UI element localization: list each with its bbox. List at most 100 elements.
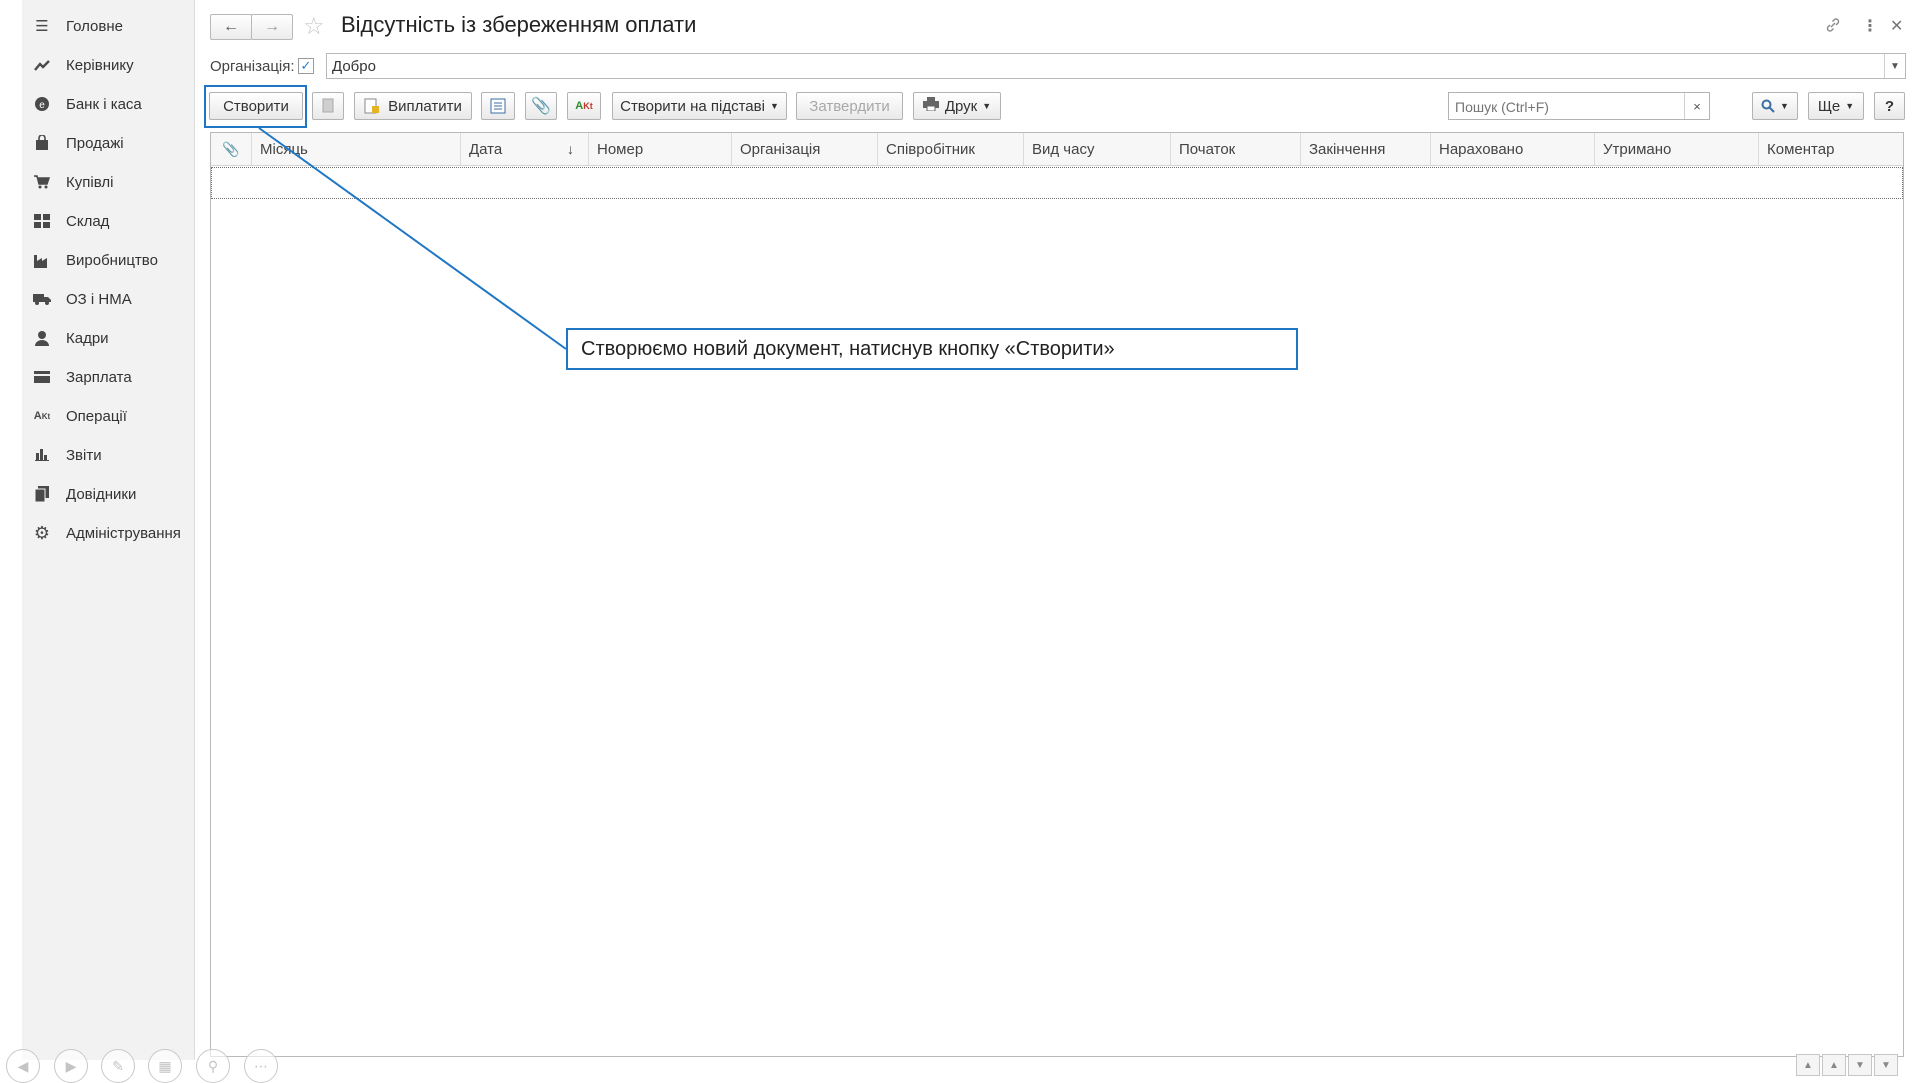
column-header[interactable]: Початок [1171,133,1301,165]
column-header[interactable]: Коментар [1759,133,1903,165]
scroll-top-button[interactable]: ▲ [1796,1054,1820,1076]
scroll-up-button[interactable]: ▲ [1822,1054,1846,1076]
trend-icon [32,55,52,75]
search-input[interactable] [1453,97,1677,117]
sidebar-item-warehouse[interactable]: Склад [22,203,194,239]
person-icon [32,328,52,348]
posting-dt-kt-icon: AKt [575,100,593,112]
paperclip-icon: 📎 [531,98,551,115]
truck-icon [32,289,52,309]
sidebar-item-reports[interactable]: Звіти [22,437,194,473]
print-button[interactable]: Друк ▼ [913,92,1001,120]
posting-button[interactable]: AKt [567,92,601,120]
search-button[interactable]: ▼ [1752,92,1798,120]
sidebar-item-label: Головне [66,17,123,35]
sidebar-item-sales[interactable]: Продажі [22,125,194,161]
zoom-icon[interactable]: ⚲ [196,1049,230,1083]
sidebar-item-purchases[interactable]: Купівлі [22,164,194,200]
create-based-button[interactable]: Створити на підставі ▼ [612,92,787,120]
org-checkbox[interactable]: ✓ [298,58,314,74]
documents-table[interactable]: 📎 Місяць Дата ↓ Номер Організація Співро… [210,132,1904,1057]
sidebar-item-production[interactable]: Виробництво [22,242,194,278]
scroll-bottom-button[interactable]: ▼ [1874,1054,1898,1076]
close-icon[interactable]: ✕ [1890,16,1903,36]
copy-button[interactable] [312,92,344,120]
org-value: Добро [332,58,376,75]
sidebar-item-admin[interactable]: ⚙ Адміністрування [22,515,194,551]
sidebar-item-label: Керівнику [66,56,134,74]
chevron-down-icon: ▼ [1780,101,1789,111]
sidebar-item-label: Зарплата [66,368,132,386]
sidebar-item-bank[interactable]: e Банк і каса [22,86,194,122]
search-icon [1761,99,1775,113]
payment-doc-icon [364,98,380,114]
more-options-icon[interactable]: ⋯ [244,1049,278,1083]
selected-empty-row[interactable] [211,167,1903,199]
sidebar-item-catalogs[interactable]: Довідники [22,476,194,512]
pen-icon[interactable]: ✎ [101,1049,135,1083]
column-header[interactable]: Номер [589,133,732,165]
paperclip-icon: 📎 [222,140,240,157]
forward-button[interactable]: → [251,14,293,40]
sidebar-item-operations[interactable]: A Kt Операції [22,398,194,434]
sidebar-item-label: Кадри [66,329,109,347]
warehouse-icon [32,211,52,231]
scroll-down-button[interactable]: ▼ [1848,1054,1872,1076]
org-label: Організація: [210,58,295,75]
attachment-column-header[interactable]: 📎 [211,133,252,165]
chevron-down-icon: ▼ [982,101,992,111]
column-header[interactable]: Місяць [252,133,461,165]
clear-icon[interactable]: × [1684,93,1709,119]
chevron-down-icon: ▼ [1845,101,1855,111]
sidebar-item-label: Купівлі [66,173,114,191]
back-button[interactable]: ← [210,14,252,40]
column-header[interactable]: Закінчення [1301,133,1431,165]
chevron-down-icon[interactable]: ▼ [1884,54,1905,78]
help-button[interactable]: ? [1874,92,1905,120]
bank-icon: e [32,94,52,114]
prev-slide-icon[interactable]: ◀ [6,1049,40,1083]
scroll-top-icon: ▲ [1803,1059,1813,1071]
sidebar-item-assets[interactable]: ОЗ і НМА [22,281,194,317]
more-button-label: Ще [1817,97,1841,115]
create-based-label: Створити на підставі [620,97,765,115]
sidebar-item-home[interactable]: ☰ Головне [22,8,194,44]
more-vertical-icon[interactable]: ⋮ [1862,16,1878,36]
sidebar-item-hr[interactable]: Кадри [22,320,194,356]
pay-button[interactable]: Виплатити [354,92,472,120]
factory-icon [32,250,52,270]
search-field[interactable]: × [1448,92,1710,120]
sidebar-item-label: Продажі [66,134,124,152]
approve-button-label: Затвердити [809,97,890,115]
favorite-star-icon[interactable]: ☆ [303,12,325,41]
svg-text:e: e [39,100,45,111]
document-list-icon [490,98,506,114]
column-header[interactable]: Співробітник [878,133,1024,165]
copy-icon [322,98,334,113]
sidebar-item-label: Склад [66,212,110,230]
link-icon[interactable] [1824,16,1842,39]
batch-button[interactable] [481,92,515,120]
slides-grid-icon[interactable]: ▦ [148,1049,182,1083]
arrow-left-icon: ← [223,18,239,35]
sidebar-item-label: Адміністрування [66,524,181,542]
bag-icon [32,133,52,153]
more-button[interactable]: Ще ▼ [1808,92,1864,120]
approve-button[interactable]: Затвердити [796,92,903,120]
next-slide-icon[interactable]: ▶ [54,1049,88,1083]
org-field[interactable]: Добро ▼ [326,53,1906,79]
scroll-up-icon: ▲ [1829,1059,1839,1071]
sort-arrow-down-icon: ↓ [567,141,574,157]
attach-button[interactable]: 📎 [525,92,557,120]
sidebar-item-label: Банк і каса [66,95,142,113]
help-button-label: ? [1884,97,1895,115]
column-header[interactable]: Вид часу [1024,133,1171,165]
pay-button-label: Виплатити [388,97,462,115]
scroll-bottom-icon: ▼ [1881,1059,1891,1071]
sidebar-item-salary[interactable]: Зарплата [22,359,194,395]
sidebar-item-manager[interactable]: Керівнику [22,47,194,83]
column-header[interactable]: Утримано [1595,133,1759,165]
sidebar-item-label: Операції [66,407,127,425]
column-header[interactable]: Нараховано [1431,133,1595,165]
column-header[interactable]: Організація [732,133,878,165]
